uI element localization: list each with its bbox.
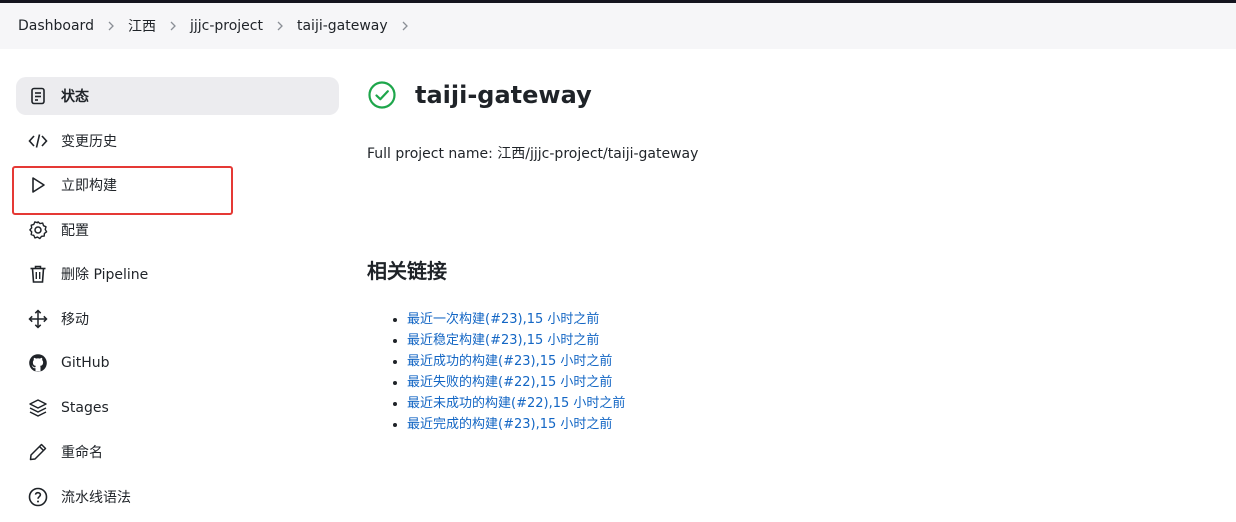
permalink-last-completed-build[interactable]: 最近完成的构建(#23),15 小时之前 bbox=[407, 417, 612, 432]
help-icon bbox=[27, 486, 49, 508]
sidebar-item-label: GitHub bbox=[61, 355, 110, 371]
sidebar-item-label: 重命名 bbox=[61, 445, 103, 461]
gear-icon bbox=[27, 219, 49, 241]
sidebar-item-move[interactable]: 移动 bbox=[16, 300, 339, 338]
sidebar-item-changes[interactable]: 变更历史 bbox=[16, 122, 339, 160]
code-icon bbox=[27, 130, 49, 152]
trash-icon bbox=[27, 263, 49, 285]
sidebar-item-label: 变更历史 bbox=[61, 133, 117, 150]
title-row: taiji-gateway bbox=[367, 77, 1207, 113]
sidebar-item-github[interactable]: GitHub bbox=[16, 344, 339, 382]
list-item: 最近成功的构建(#23),15 小时之前 bbox=[407, 351, 625, 372]
breadcrumb-taiji-gateway[interactable]: taiji-gateway bbox=[297, 18, 388, 34]
sidebar: 状态 变更历史 立即构建 配置 删除 Pipeline 移动 GitHub St… bbox=[16, 77, 339, 522]
pencil-icon bbox=[27, 441, 49, 463]
sidebar-item-pipeline-syntax[interactable]: 流水线语法 bbox=[16, 478, 339, 516]
success-check-icon bbox=[367, 80, 397, 110]
permalinks-list: 最近一次构建(#23),15 小时之前 最近稳定构建(#23),15 小时之前 … bbox=[389, 309, 625, 435]
sidebar-item-configure[interactable]: 配置 bbox=[16, 211, 339, 249]
layers-icon bbox=[27, 397, 49, 419]
full-project-name: Full project name: 江西/jjjc-project/taiji… bbox=[367, 146, 699, 162]
permalink-last-build[interactable]: 最近一次构建(#23),15 小时之前 bbox=[407, 312, 599, 327]
chevron-right-icon bbox=[106, 21, 116, 31]
sidebar-item-status[interactable]: 状态 bbox=[16, 77, 339, 115]
move-icon bbox=[27, 308, 49, 330]
sidebar-item-label: 配置 bbox=[61, 222, 89, 239]
sidebar-item-label: 状态 bbox=[61, 89, 89, 105]
sidebar-item-rename[interactable]: 重命名 bbox=[16, 433, 339, 471]
page-title: taiji-gateway bbox=[415, 81, 592, 109]
permalink-last-successful-build[interactable]: 最近成功的构建(#23),15 小时之前 bbox=[407, 354, 612, 369]
breadcrumb-jiangxi[interactable]: 江西 bbox=[128, 16, 156, 36]
main-content: taiji-gateway Full project name: 江西/jjjc… bbox=[367, 77, 1207, 432]
list-item: 最近失败的构建(#22),15 小时之前 bbox=[407, 372, 625, 393]
sidebar-item-label: 流水线语法 bbox=[61, 489, 131, 506]
list-item: 最近完成的构建(#23),15 小时之前 bbox=[407, 414, 625, 435]
list-item: 最近一次构建(#23),15 小时之前 bbox=[407, 309, 625, 330]
breadcrumb: Dashboard 江西 jjjc-project taiji-gateway bbox=[0, 3, 1236, 49]
github-icon bbox=[27, 352, 49, 374]
sidebar-item-label: Stages bbox=[61, 399, 109, 416]
permalink-last-stable-build[interactable]: 最近稳定构建(#23),15 小时之前 bbox=[407, 333, 599, 348]
play-icon bbox=[27, 174, 49, 196]
sidebar-item-delete-pipeline[interactable]: 删除 Pipeline bbox=[16, 255, 339, 293]
breadcrumb-jjjc-project[interactable]: jjjc-project bbox=[190, 18, 263, 34]
sidebar-item-label: 删除 Pipeline bbox=[61, 267, 149, 283]
sidebar-item-build-now[interactable]: 立即构建 bbox=[16, 166, 339, 204]
list-item: 最近稳定构建(#23),15 小时之前 bbox=[407, 330, 625, 351]
document-icon bbox=[27, 85, 49, 107]
sidebar-item-label: 立即构建 bbox=[61, 178, 117, 194]
sidebar-item-stages[interactable]: Stages bbox=[16, 389, 339, 427]
sidebar-item-label: 移动 bbox=[61, 311, 89, 328]
permalinks-title: 相关链接 bbox=[367, 259, 447, 283]
list-item: 最近未成功的构建(#22),15 小时之前 bbox=[407, 393, 625, 414]
breadcrumb-dashboard[interactable]: Dashboard bbox=[18, 18, 94, 34]
permalink-last-failed-build[interactable]: 最近失败的构建(#22),15 小时之前 bbox=[407, 375, 612, 390]
chevron-right-icon[interactable] bbox=[400, 21, 410, 31]
chevron-right-icon bbox=[275, 21, 285, 31]
permalink-last-unsuccessful-build[interactable]: 最近未成功的构建(#22),15 小时之前 bbox=[407, 396, 625, 411]
chevron-right-icon bbox=[168, 21, 178, 31]
